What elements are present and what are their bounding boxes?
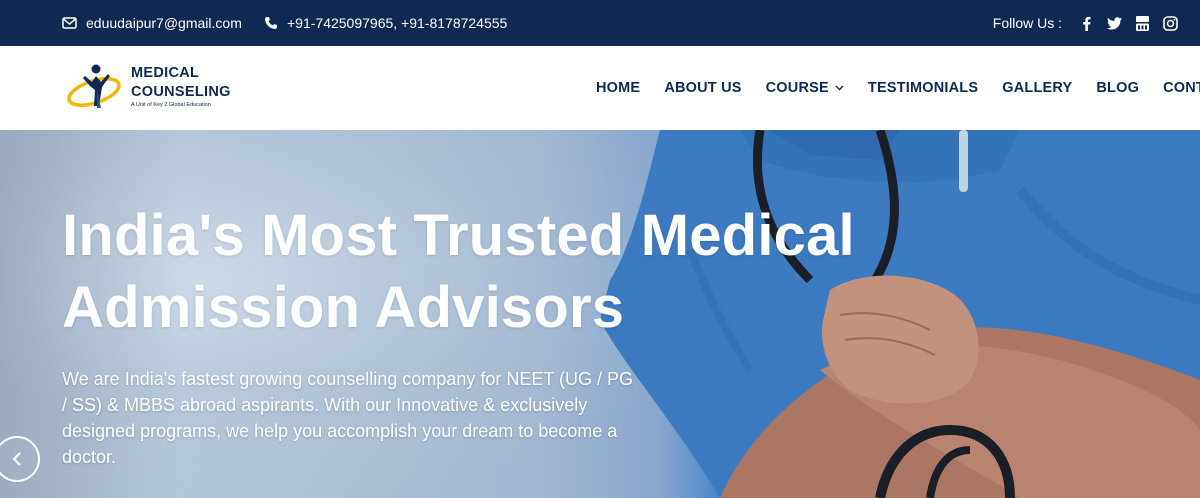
email-text: eduudaipur7@gmail.com — [86, 15, 242, 31]
nav-item-course[interactable]: COURSE — [766, 80, 844, 96]
hero-title: India's Most Trusted Medical Admission A… — [62, 200, 882, 344]
nav-label: BLOG — [1096, 80, 1140, 96]
logo-line-1: MEDICAL — [131, 65, 200, 81]
follow-label: Follow Us : — [992, 15, 1062, 31]
site-header: MEDICAL COUNSELING A Unit of Key 2 Globa… — [0, 46, 1200, 130]
main-nav: HOME ABOUT US COURSE TESTIMONIALS GALLER… — [596, 46, 1200, 130]
hero-title-line-1: India's Most Trusted Medical — [62, 203, 855, 268]
nav-item-contact[interactable]: CONTACT — [1163, 80, 1200, 96]
hero-description: We are India's fastest growing counselli… — [62, 369, 634, 467]
instagram-icon[interactable] — [1156, 9, 1184, 37]
envelope-icon — [62, 17, 77, 29]
hero-title-line-2: Admission Advisors — [62, 275, 625, 340]
logo-mark-icon — [67, 64, 121, 108]
phone-contact[interactable]: +91-7425097965, +91-8178724555 — [264, 0, 507, 46]
nav-item-home[interactable]: HOME — [596, 80, 640, 96]
nav-item-gallery[interactable]: GALLERY — [1002, 80, 1072, 96]
site-logo[interactable]: MEDICAL COUNSELING A Unit of Key 2 Globa… — [66, 60, 246, 116]
logo-line-2: COUNSELING — [131, 84, 231, 100]
nav-label: CONTACT — [1163, 80, 1200, 96]
nav-item-testimonials[interactable]: TESTIMONIALS — [868, 80, 978, 96]
nav-label: ABOUT US — [664, 80, 742, 96]
top-bar: eduudaipur7@gmail.com +91-7425097965, +9… — [0, 0, 1200, 46]
social-links: Follow Us : — [993, 0, 1184, 46]
phone-text: +91-7425097965, +91-8178724555 — [287, 15, 508, 31]
twitter-icon[interactable] — [1100, 9, 1128, 37]
nav-label: GALLERY — [1002, 80, 1073, 96]
hero-banner: India's Most Trusted Medical Admission A… — [0, 130, 1200, 498]
email-contact[interactable]: eduudaipur7@gmail.com — [62, 0, 242, 46]
chevron-left-icon — [12, 452, 21, 466]
nav-item-blog[interactable]: BLOG — [1096, 80, 1139, 96]
nav-label: COURSE — [765, 80, 829, 96]
logo-text: MEDICAL COUNSELING — [131, 64, 231, 102]
youtube-icon[interactable] — [1128, 9, 1156, 37]
phone-icon — [265, 17, 277, 29]
facebook-icon[interactable] — [1072, 9, 1100, 37]
nav-label: TESTIMONIALS — [867, 80, 979, 96]
logo-tagline: A Unit of Key 2 Global Education — [131, 102, 211, 108]
nav-item-about-us[interactable]: ABOUT US — [664, 80, 741, 96]
chevron-down-icon — [835, 85, 844, 91]
nav-label: HOME — [596, 80, 641, 96]
